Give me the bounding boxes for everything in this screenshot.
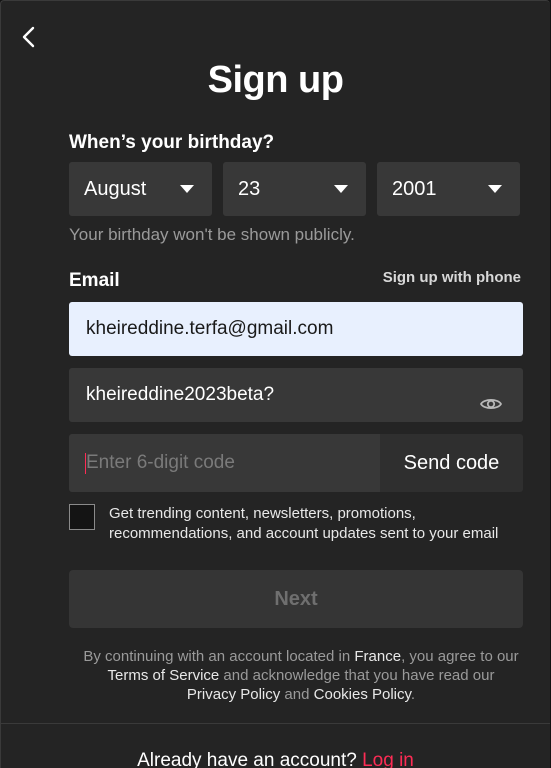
- email-value: kheireddine.terfa@gmail.com: [86, 318, 334, 339]
- terms-of-service-link[interactable]: Terms of Service: [108, 667, 220, 684]
- month-value: August: [84, 178, 147, 200]
- month-select[interactable]: August: [69, 162, 212, 216]
- year-value: 2001: [392, 178, 437, 200]
- legal-text: By continuing with an account located in: [83, 648, 355, 665]
- legal-notice: By continuing with an account located in…: [81, 647, 521, 704]
- signup-panel: Sign up When’s your birthday? August 23 …: [0, 0, 550, 768]
- divider: [1, 723, 550, 724]
- privacy-policy-link[interactable]: Privacy Policy: [187, 686, 280, 703]
- legal-text: .: [410, 686, 416, 703]
- chevron-left-icon: [22, 26, 35, 48]
- next-button[interactable]: Next: [69, 570, 523, 628]
- email-field[interactable]: kheireddine.terfa@gmail.com: [69, 302, 523, 356]
- page-title: Sign up: [207, 59, 344, 101]
- country-name: France: [354, 648, 402, 665]
- legal-text: and acknowledge that you have read our: [219, 667, 495, 684]
- day-value: 23: [238, 178, 261, 200]
- caret-down-icon: [180, 185, 194, 193]
- caret-down-icon: [488, 185, 502, 193]
- send-code-button[interactable]: Send code: [380, 434, 523, 492]
- legal-text: , you agree to our: [401, 648, 519, 665]
- text-cursor: [85, 453, 86, 474]
- day-select[interactable]: 23: [223, 162, 366, 216]
- eye-icon[interactable]: [479, 384, 503, 410]
- login-link[interactable]: Log in: [362, 750, 414, 768]
- marketing-consent-text: Get trending content, newsletters, promo…: [109, 505, 499, 542]
- password-field[interactable]: kheireddine2023beta?: [69, 368, 523, 422]
- login-prompt-text: Already have an account?: [137, 750, 363, 768]
- birthday-label: When’s your birthday?: [69, 132, 275, 153]
- birthday-hint: Your birthday won't be shown publicly.: [69, 225, 355, 244]
- legal-text: and: [280, 686, 314, 703]
- back-button[interactable]: [15, 23, 43, 51]
- year-select[interactable]: 2001: [377, 162, 520, 216]
- verification-code-input[interactable]: Enter 6-digit code: [69, 434, 380, 492]
- caret-down-icon: [334, 185, 348, 193]
- code-placeholder: Enter 6-digit code: [86, 452, 235, 473]
- cookies-policy-link[interactable]: Cookies Policy: [314, 686, 411, 703]
- marketing-checkbox[interactable]: [69, 504, 95, 530]
- email-label: Email: [69, 270, 120, 291]
- login-prompt: Already have an account? Log in: [1, 750, 550, 768]
- password-value: kheireddine2023beta?: [86, 384, 275, 405]
- signup-with-phone-link[interactable]: Sign up with phone: [383, 269, 521, 286]
